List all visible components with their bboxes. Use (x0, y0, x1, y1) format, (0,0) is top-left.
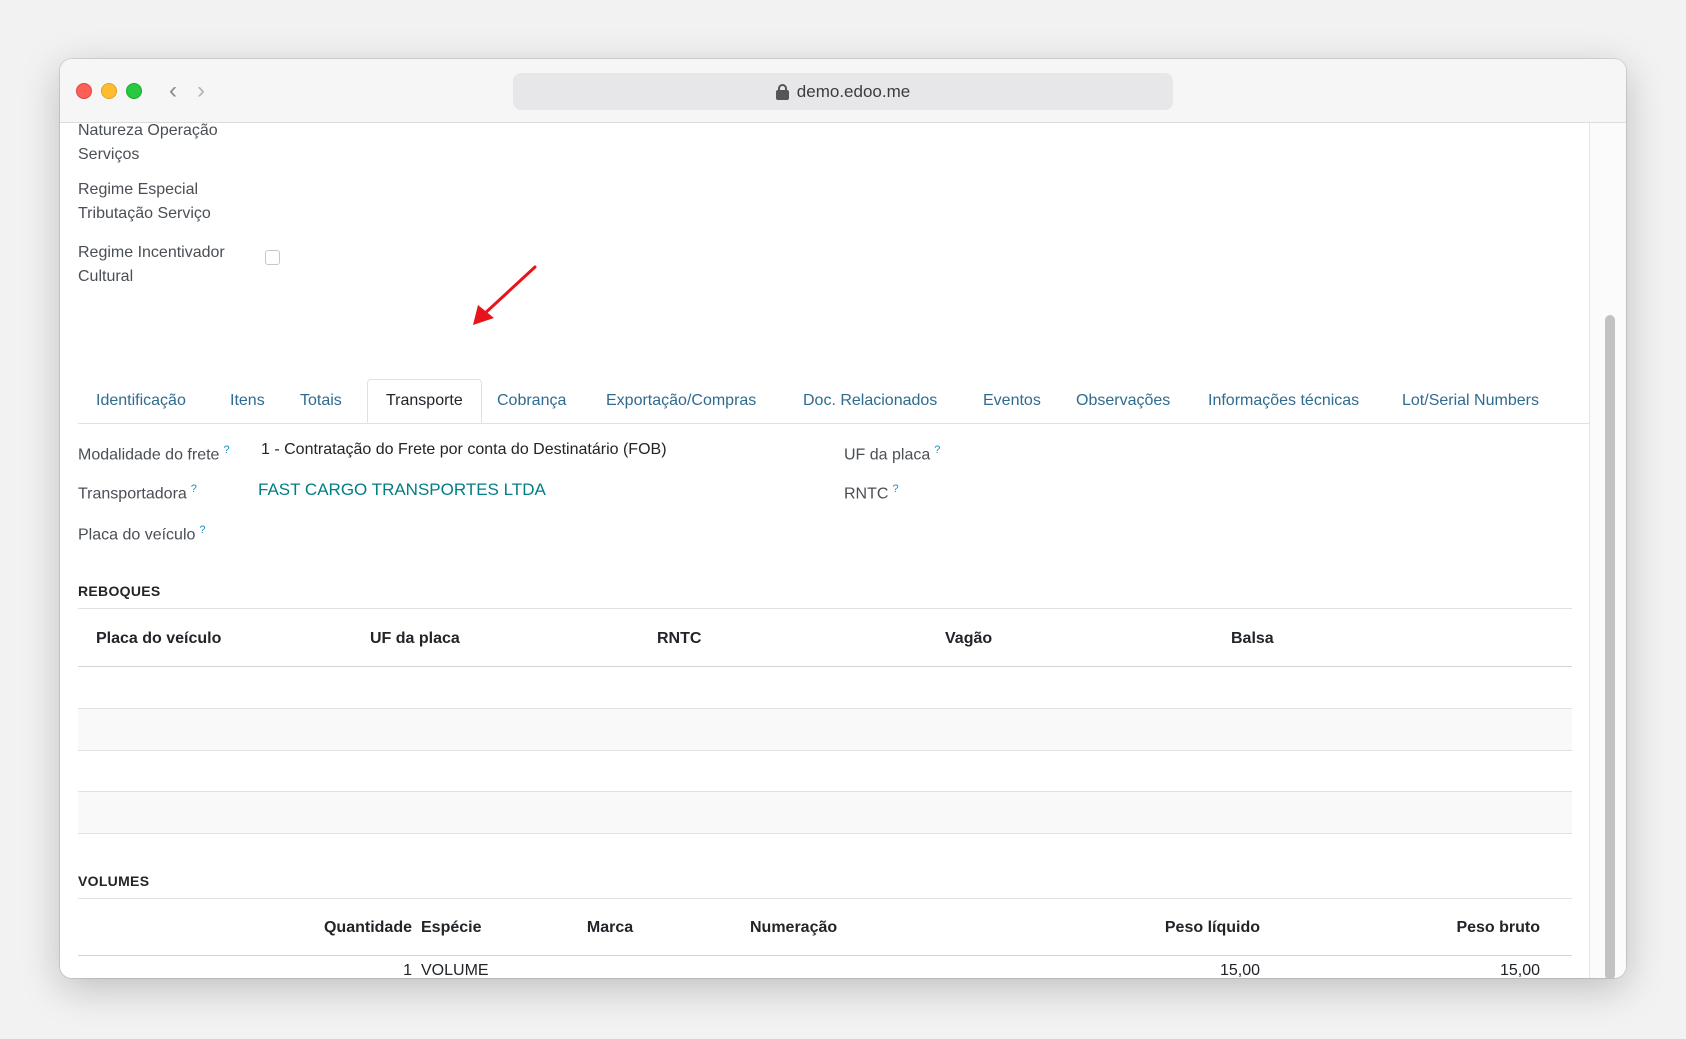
modalidade-frete-value[interactable]: 1 - Contratação do Frete por conta do De… (261, 438, 667, 462)
tab-informacoes-tecnicas[interactable]: Informações técnicas (1190, 379, 1377, 423)
volume-especie: VOLUME (421, 962, 489, 978)
tab-totais[interactable]: Totais (282, 379, 360, 423)
scrollbar-track[interactable] (1589, 123, 1626, 978)
minimize-window-button[interactable] (101, 83, 117, 99)
table-row (78, 750, 1572, 751)
table-row (78, 709, 1572, 751)
tab-doc-relacionados[interactable]: Doc. Relacionados (785, 379, 955, 423)
tab-eventos[interactable]: Eventos (965, 379, 1059, 423)
notebook-tabs: Identificação Itens Totais Transporte Co… (78, 379, 1590, 424)
zoom-window-button[interactable] (126, 83, 142, 99)
title-bar: ‹ › demo.edoo.me (60, 59, 1626, 123)
tab-identificacao[interactable]: Identificação (78, 379, 204, 423)
help-icon[interactable]: ? (934, 444, 940, 456)
volume-peso-liquido: 15,00 (1219, 962, 1260, 978)
transportadora-label: Transportadora? (78, 483, 197, 503)
tab-transporte[interactable]: Transporte (367, 379, 482, 423)
volumes-col-especie[interactable]: Espécie (421, 919, 481, 937)
reboques-col-rntc[interactable]: RNTC (657, 630, 701, 648)
tab-exportacao-compras[interactable]: Exportação/Compras (588, 379, 774, 423)
address-bar[interactable]: demo.edoo.me (513, 73, 1173, 110)
table-row (78, 792, 1572, 834)
scrollbar-thumb[interactable] (1605, 315, 1615, 978)
volumes-section-title: VOLUMES (78, 873, 150, 889)
volume-quantidade: 1 (403, 962, 412, 978)
tab-lot-serial-numbers[interactable]: Lot/Serial Numbers (1384, 379, 1557, 423)
page-content: Natureza Operação Serviços Regime Especi… (60, 123, 1626, 978)
help-icon[interactable]: ? (223, 444, 229, 456)
volumes-col-quantidade[interactable]: Quantidade (272, 919, 412, 937)
help-icon[interactable]: ? (892, 483, 898, 495)
forward-arrow-icon[interactable]: › (197, 79, 205, 103)
volumes-col-numeracao[interactable]: Numeração (750, 919, 837, 937)
reboques-col-balsa[interactable]: Balsa (1231, 630, 1274, 648)
tab-cobranca[interactable]: Cobrança (479, 379, 584, 423)
close-window-button[interactable] (76, 83, 92, 99)
help-icon[interactable]: ? (191, 483, 197, 495)
tab-observacoes[interactable]: Observações (1058, 379, 1188, 423)
transportadora-link[interactable]: FAST CARGO TRANSPORTES LTDA (258, 478, 546, 502)
divider (78, 608, 1572, 609)
back-arrow-icon[interactable]: ‹ (169, 79, 177, 103)
volumes-col-marca[interactable]: Marca (550, 919, 670, 937)
volume-peso-bruto: 15,00 (1499, 962, 1540, 978)
modalidade-frete-label: Modalidade do frete? (78, 444, 230, 464)
reboques-col-uf[interactable]: UF da placa (370, 630, 460, 648)
reboques-col-vagao[interactable]: Vagão (945, 630, 992, 648)
volumes-col-peso-bruto[interactable]: Peso bruto (1390, 919, 1540, 937)
rntc-label: RNTC? (844, 483, 899, 503)
browser-window: ‹ › demo.edoo.me Natureza Operação Servi… (60, 59, 1626, 978)
url-text: demo.edoo.me (796, 81, 911, 101)
table-row (78, 833, 1572, 834)
volumes-col-peso-liquido[interactable]: Peso líquido (1110, 919, 1260, 937)
divider (78, 898, 1572, 899)
table-header-divider (78, 666, 1572, 667)
reboques-section-title: REBOQUES (78, 583, 161, 599)
table-header-divider (78, 955, 1572, 956)
uf-placa-label: UF da placa? (844, 444, 941, 464)
natureza-operacao-label: Natureza Operação Serviços (78, 123, 218, 163)
placa-veiculo-label: Placa do veículo? (78, 524, 206, 544)
regime-incentivador-label: Regime Incentivador Cultural (78, 244, 225, 285)
reboques-col-placa[interactable]: Placa do veículo (96, 630, 221, 648)
tab-itens[interactable]: Itens (212, 379, 283, 423)
help-icon[interactable]: ? (199, 524, 205, 536)
regime-incentivador-checkbox[interactable] (265, 250, 280, 265)
regime-especial-label: Regime Especial Tributação Serviço (78, 181, 211, 222)
lock-icon (775, 84, 789, 100)
